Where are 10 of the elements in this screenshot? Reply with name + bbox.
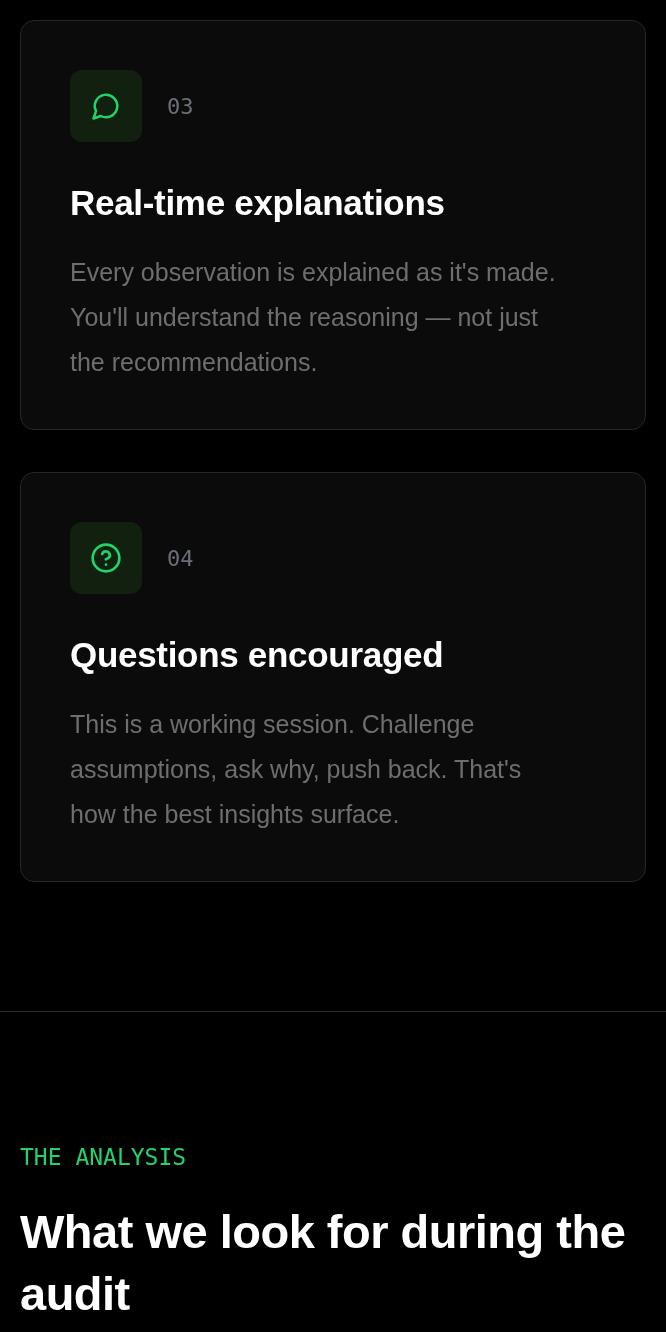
- section-eyebrow: THE ANALYSIS: [20, 1143, 188, 1172]
- card-number: 04: [167, 544, 194, 573]
- section-heading: What we look for during the audit: [20, 1204, 627, 1322]
- card-number: 03: [167, 92, 194, 121]
- card-description: This is a working session. Challenge assumptions, ask why, push back. That's how the best insights surface.: [70, 709, 523, 830]
- card-title: Questions encouraged: [70, 637, 445, 673]
- chat-bubble-icon: [91, 91, 121, 121]
- help-icon: [90, 542, 122, 574]
- card-description: Every observation is explained as it's made. You'll understand the reasoning — not just the recommendations.: [70, 257, 557, 378]
- card-title: Real-time explanations: [70, 185, 446, 221]
